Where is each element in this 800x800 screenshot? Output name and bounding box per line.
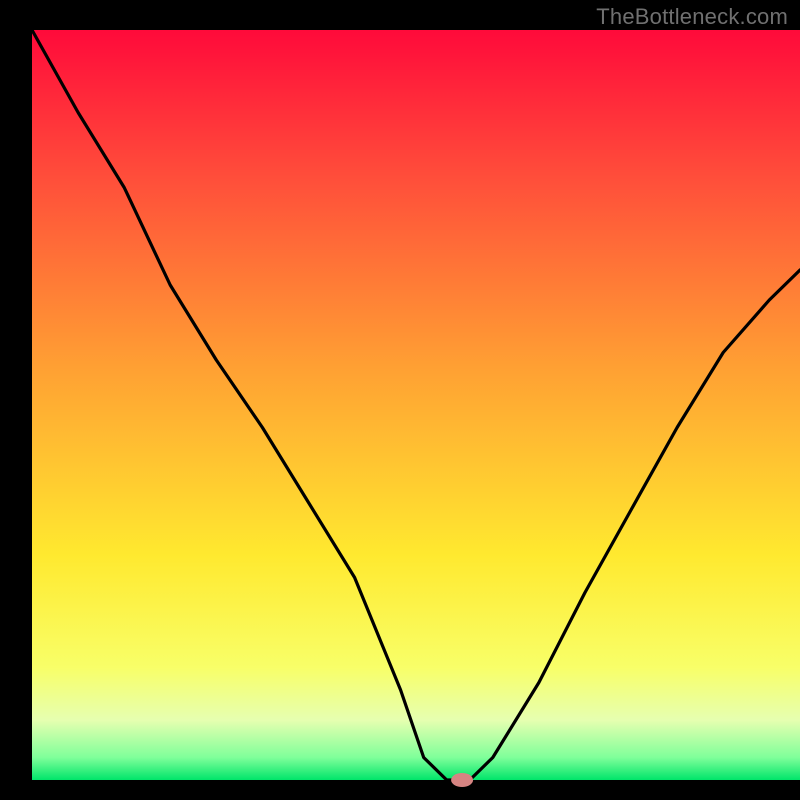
- watermark-text: TheBottleneck.com: [596, 4, 788, 30]
- chart-stage: TheBottleneck.com: [0, 0, 800, 800]
- plot-background: [32, 30, 800, 780]
- balance-point-marker: [451, 773, 473, 787]
- bottleneck-chart: [0, 0, 800, 800]
